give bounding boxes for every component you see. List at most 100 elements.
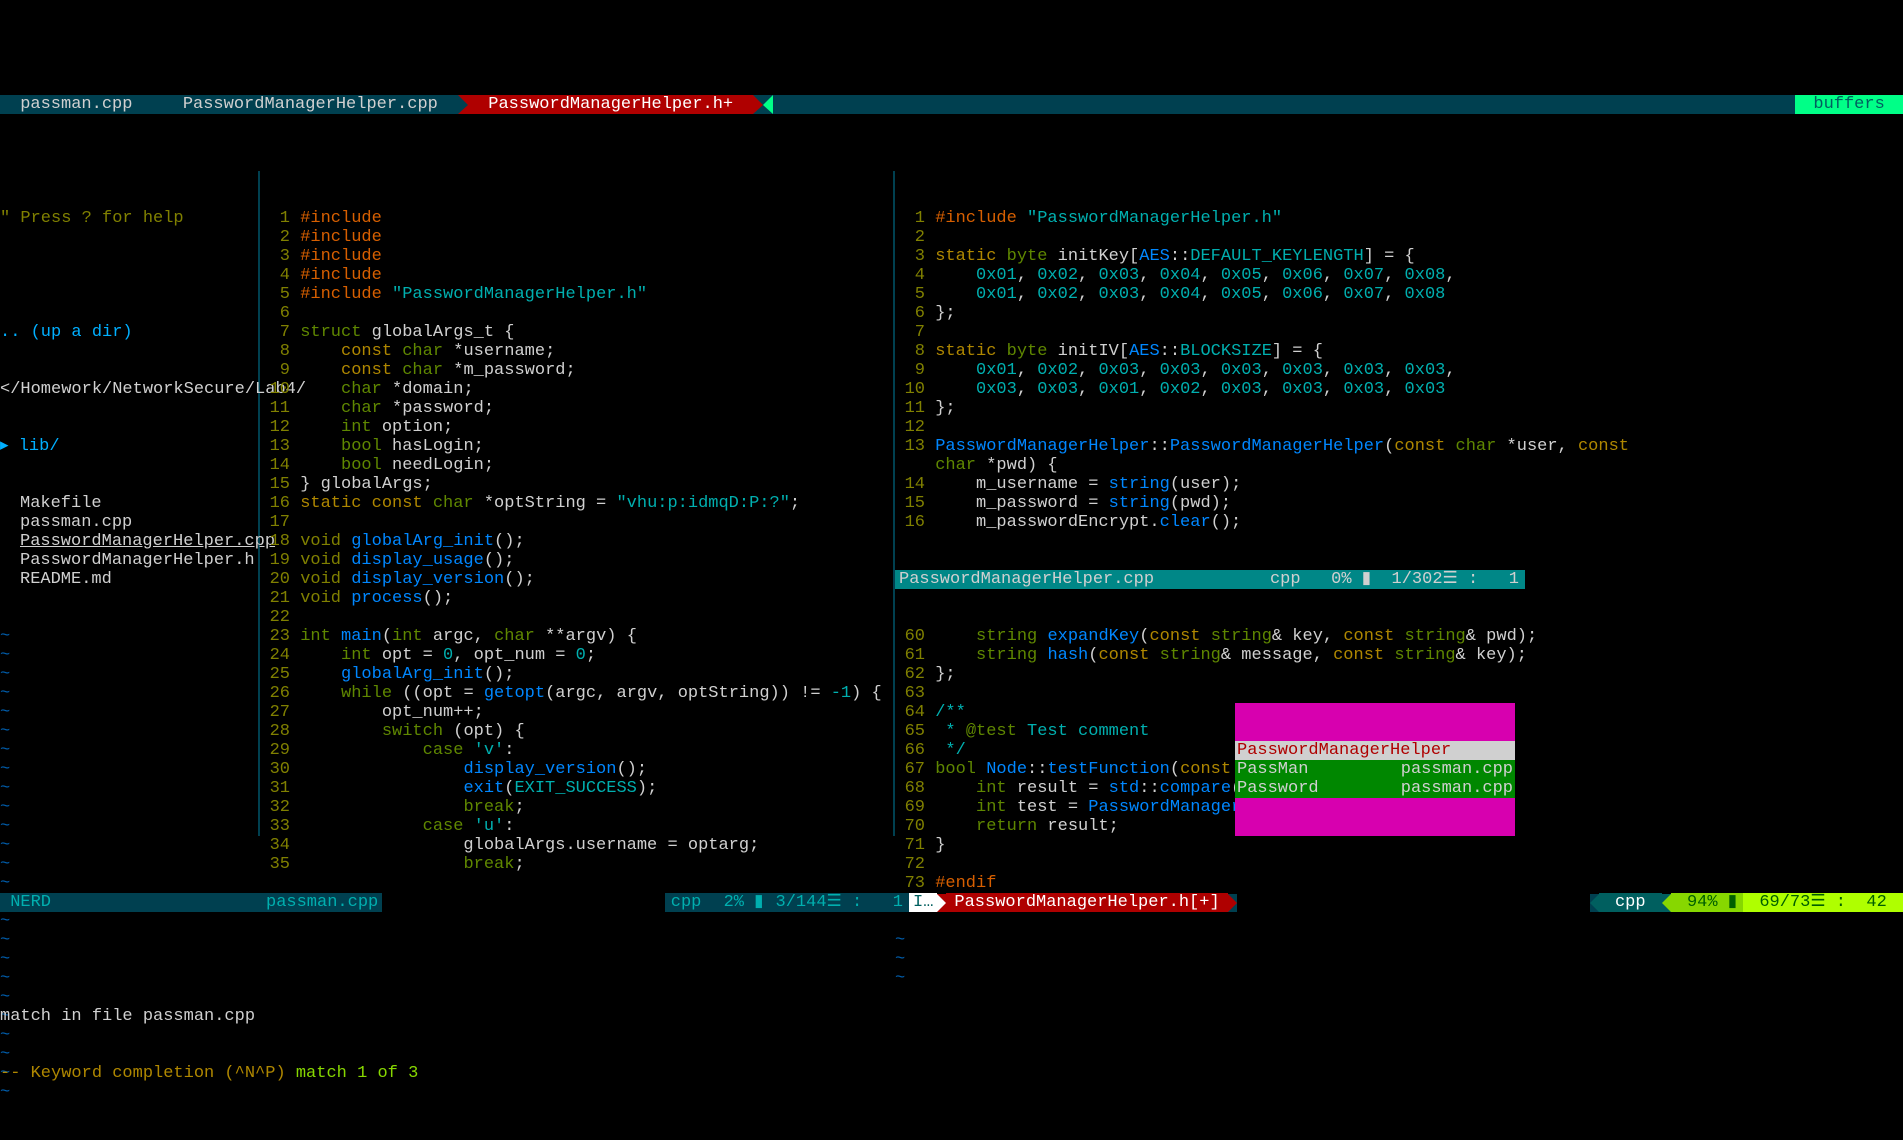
statusline-right-top: PasswordManagerHelper.cpp cpp 0% ▮ 1/302… [895, 570, 1525, 589]
empty-line: ~ [895, 969, 1525, 988]
code-line[interactable]: 14 m_username = string(user); [895, 475, 1525, 494]
nerdtree-updir[interactable]: .. (up a dir) [0, 323, 258, 342]
statusline-nerd: NERD [0, 893, 262, 912]
empty-line: ~ [0, 798, 258, 817]
code-line[interactable]: 8 static byte initIV[AES::BLOCKSIZE] = { [895, 342, 1525, 361]
code-line[interactable]: 34 globalArgs.username = optarg; [260, 836, 893, 855]
code-line[interactable]: 28 switch (opt) { [260, 722, 893, 741]
code-pane-left[interactable]: 1 #include 2 #include 3 #include 4 #incl… [260, 171, 895, 836]
code-line[interactable]: 61 string hash(const string& message, co… [895, 646, 1525, 665]
file-explorer[interactable]: " Press ? for help .. (up a dir) </Homew… [0, 171, 260, 836]
code-line[interactable]: 7 struct globalArgs_t { [260, 323, 893, 342]
code-line[interactable]: 29 case 'v': [260, 741, 893, 760]
nerdtree-help: " Press ? for help [0, 209, 258, 228]
completion-popup[interactable]: PasswordManagerHelperPassManpassman.cppP… [1235, 703, 1515, 836]
statusline-percent: 94% ▮ [1671, 893, 1743, 912]
code-line[interactable]: 3 #include [260, 247, 893, 266]
code-line[interactable]: 63 [895, 684, 1525, 703]
empty-line: ~ [0, 817, 258, 836]
nerdtree-file[interactable]: passman.cpp [0, 513, 258, 532]
completion-item[interactable]: PassManpassman.cpp [1235, 760, 1515, 779]
code-line[interactable]: char *pwd) { [895, 456, 1525, 475]
code-line[interactable]: 27 opt_num++; [260, 703, 893, 722]
code-line[interactable]: 18 void globalArg_init(); [260, 532, 893, 551]
code-line[interactable]: 71 } [895, 836, 1525, 855]
code-line[interactable]: 13 bool hasLogin; [260, 437, 893, 456]
code-line[interactable]: 4 0x01, 0x02, 0x03, 0x04, 0x05, 0x06, 0x… [895, 266, 1525, 285]
code-line[interactable]: 19 void display_usage(); [260, 551, 893, 570]
code-line[interactable]: 2 [895, 228, 1525, 247]
code-line[interactable]: 9 const char *m_password; [260, 361, 893, 380]
code-line[interactable]: 8 const char *username; [260, 342, 893, 361]
code-line[interactable]: 6 [260, 304, 893, 323]
completion-item[interactable]: Passwordpassman.cpp [1235, 779, 1515, 798]
nerdtree-file[interactable]: Makefile [0, 494, 258, 513]
nerdtree-file[interactable]: README.md [0, 570, 258, 589]
nerdtree-file[interactable]: PasswordManagerHelper.cpp [0, 532, 258, 551]
code-line[interactable]: 5 0x01, 0x02, 0x03, 0x04, 0x05, 0x06, 0x… [895, 285, 1525, 304]
code-line[interactable]: 15 m_password = string(pwd); [895, 494, 1525, 513]
code-line[interactable]: 10 0x03, 0x03, 0x01, 0x02, 0x03, 0x03, 0… [895, 380, 1525, 399]
empty-line: ~ [0, 779, 258, 798]
code-line[interactable]: 73 #endif [895, 874, 1525, 893]
code-line[interactable]: 32 break; [260, 798, 893, 817]
code-line[interactable]: 22 [260, 608, 893, 627]
nerdtree-root-path[interactable]: </Homework/NetworkSecure/Lab4/ [0, 380, 258, 399]
code-line[interactable]: 11 char *password; [260, 399, 893, 418]
nerdtree-dir-lib[interactable]: ▸ lib/ [0, 437, 258, 456]
code-line[interactable]: 2 #include [260, 228, 893, 247]
code-line[interactable]: 33 case 'u': [260, 817, 893, 836]
code-line[interactable]: 20 void display_version(); [260, 570, 893, 589]
code-line[interactable]: 13 PasswordManagerHelper::PasswordManage… [895, 437, 1525, 456]
empty-line: ~ [0, 931, 258, 950]
code-line[interactable]: 26 while ((opt = getopt(argc, argv, optS… [260, 684, 893, 703]
code-line[interactable]: 12 int option; [260, 418, 893, 437]
code-line[interactable]: 21 void process(); [260, 589, 893, 608]
buffers-indicator[interactable]: buffers [1795, 95, 1903, 114]
code-line[interactable]: 10 char *domain; [260, 380, 893, 399]
code-line[interactable]: 14 bool needLogin; [260, 456, 893, 475]
code-line[interactable]: 16 m_passwordEncrypt.clear(); [895, 513, 1525, 532]
statusline-filetype: cpp [1599, 893, 1662, 912]
code-line[interactable]: 60 string expandKey(const string& key, c… [895, 627, 1525, 646]
empty-line: ~ [0, 722, 258, 741]
empty-line: ~ [0, 760, 258, 779]
code-line[interactable]: 23 int main(int argc, char **argv) { [260, 627, 893, 646]
completion-item[interactable]: PasswordManagerHelper [1235, 741, 1515, 760]
tab-passman[interactable]: passman.cpp [0, 95, 153, 114]
empty-line: ~ [0, 1026, 258, 1045]
code-line[interactable]: 9 0x01, 0x02, 0x03, 0x03, 0x03, 0x03, 0x… [895, 361, 1525, 380]
statusline-info: cpp 0% ▮ 1/302☰ : 1 [1270, 570, 1525, 589]
code-line[interactable]: 15 } globalArgs; [260, 475, 893, 494]
message-completion: -- Keyword completion (^N^P) match 1 of … [0, 1064, 1903, 1083]
code-line[interactable]: 62 }; [895, 665, 1525, 684]
code-line[interactable]: 35 break; [260, 855, 893, 874]
tab-helper-cpp[interactable]: PasswordManagerHelper.cpp [163, 95, 458, 114]
empty-line: ~ [0, 969, 258, 988]
code-line[interactable]: 3 static byte initKey[AES::DEFAULT_KEYLE… [895, 247, 1525, 266]
code-line[interactable]: 6 }; [895, 304, 1525, 323]
code-line[interactable]: 11 }; [895, 399, 1525, 418]
code-line[interactable]: 1 #include [260, 209, 893, 228]
code-line[interactable]: 24 int opt = 0, opt_num = 0; [260, 646, 893, 665]
code-line[interactable]: 12 [895, 418, 1525, 437]
code-line[interactable]: 25 globalArg_init(); [260, 665, 893, 684]
tab-separator [153, 95, 163, 114]
tab-separator [458, 95, 468, 114]
code-line[interactable]: 5 #include "PasswordManagerHelper.h" [260, 285, 893, 304]
arrow-icon [763, 95, 773, 114]
empty-line: ~ [0, 665, 258, 684]
code-line[interactable]: 1 #include "PasswordManagerHelper.h" [895, 209, 1525, 228]
code-line[interactable]: 16 static const char *optString = "vhu:p… [260, 494, 893, 513]
code-line[interactable]: 4 #include [260, 266, 893, 285]
code-line[interactable]: 31 exit(EXIT_SUCCESS); [260, 779, 893, 798]
tab-separator [753, 95, 763, 114]
nerdtree-file[interactable]: PasswordManagerHelper.h [0, 551, 258, 570]
tab-helper-h[interactable]: PasswordManagerHelper.h+ [468, 95, 753, 114]
code-line[interactable]: 7 [895, 323, 1525, 342]
code-line[interactable]: 17 [260, 513, 893, 532]
code-pane-right[interactable]: 1 #include "PasswordManagerHelper.h"2 3 … [895, 171, 1525, 836]
code-line[interactable]: 72 [895, 855, 1525, 874]
code-line[interactable]: 30 display_version(); [260, 760, 893, 779]
empty-line: ~ [0, 1083, 258, 1102]
